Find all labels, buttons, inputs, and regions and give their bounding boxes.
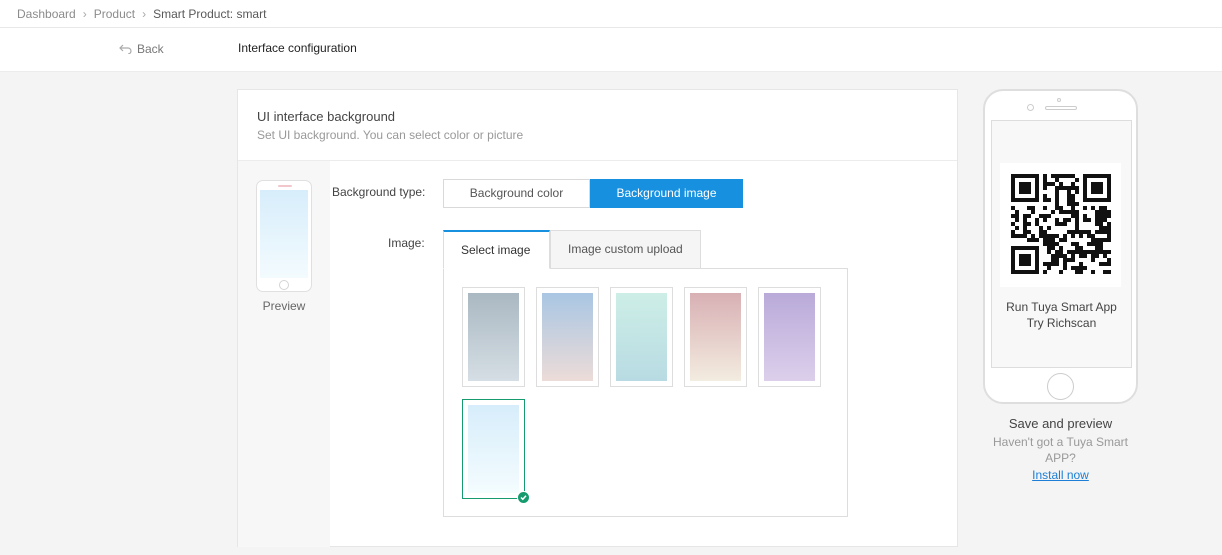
back-button[interactable]: Back — [119, 42, 164, 56]
image-thumbnail[interactable] — [758, 287, 821, 387]
check-icon — [517, 491, 530, 504]
save-preview-title: Save and preview — [1008, 416, 1113, 431]
home-button-icon — [279, 280, 289, 290]
image-thumbnail[interactable] — [610, 287, 673, 387]
back-label: Back — [137, 42, 164, 56]
thumbnail-image — [468, 293, 519, 381]
image-label: Image: — [388, 236, 425, 250]
breadcrumb: Dashboard › Product › Smart Product: sma… — [0, 0, 1222, 28]
tab-image-custom-upload[interactable]: Image custom upload — [550, 230, 701, 269]
thumbnail-image — [690, 293, 741, 381]
scan-text-line2: Try Richscan — [1026, 316, 1097, 330]
background-config-panel: UI interface background Set UI backgroun… — [237, 89, 958, 547]
breadcrumb-product[interactable]: Product — [94, 7, 135, 21]
scan-instructions: Run Tuya Smart App Try Richscan — [992, 299, 1131, 331]
thumbnail-image — [542, 293, 593, 381]
home-button-icon — [1047, 373, 1074, 400]
image-grid — [443, 268, 848, 517]
thumbnail-image — [764, 293, 815, 381]
thumbnail-image — [468, 405, 519, 493]
phone-speaker — [1045, 106, 1077, 110]
save-preview-subtitle: Haven't got a Tuya Smart APP? — [992, 435, 1129, 465]
thumbnail-image — [616, 293, 667, 381]
image-thumbnail-selected[interactable] — [462, 399, 530, 504]
chevron-right-icon: › — [82, 6, 87, 21]
image-thumbnail[interactable] — [536, 287, 599, 387]
preview-phone — [256, 180, 312, 292]
install-now-link[interactable]: Install now — [983, 468, 1138, 482]
image-tabs: Select image Image custom upload — [443, 230, 701, 269]
preview-label: Preview — [262, 299, 306, 313]
background-type-label: Background type: — [332, 185, 426, 199]
back-arrow-icon — [119, 44, 132, 54]
preview-sidebar: Preview — [238, 161, 330, 547]
chevron-right-icon: › — [142, 6, 147, 21]
panel-title: UI interface background — [257, 109, 396, 124]
background-image-option[interactable]: Background image — [590, 179, 743, 208]
phone-camera — [1027, 104, 1034, 111]
image-thumbnail[interactable] — [462, 287, 525, 387]
image-thumbnail[interactable] — [684, 287, 747, 387]
page-title: Interface configuration — [238, 41, 357, 55]
background-type-toggle: Background color Background image — [443, 179, 743, 208]
background-color-option[interactable]: Background color — [443, 179, 590, 208]
phone-screen: Run Tuya Smart App Try Richscan — [991, 120, 1132, 368]
panel-subtitle: Set UI background. You can select color … — [257, 128, 524, 142]
phone-sensor — [1057, 98, 1061, 102]
tab-select-image[interactable]: Select image — [443, 230, 550, 269]
breadcrumb-current: Smart Product: smart — [153, 6, 267, 21]
phone-speaker — [278, 185, 292, 187]
panel-header: UI interface background Set UI backgroun… — [238, 90, 957, 161]
breadcrumb-dashboard[interactable]: Dashboard — [17, 7, 76, 21]
scan-text-line1: Run Tuya Smart App — [1006, 300, 1117, 314]
page-header: Back Interface configuration — [0, 28, 1222, 72]
qr-code-icon — [1011, 174, 1111, 274]
qr-code — [1000, 163, 1121, 287]
preview-screen — [260, 190, 308, 278]
app-preview-phone: Run Tuya Smart App Try Richscan — [983, 89, 1138, 404]
